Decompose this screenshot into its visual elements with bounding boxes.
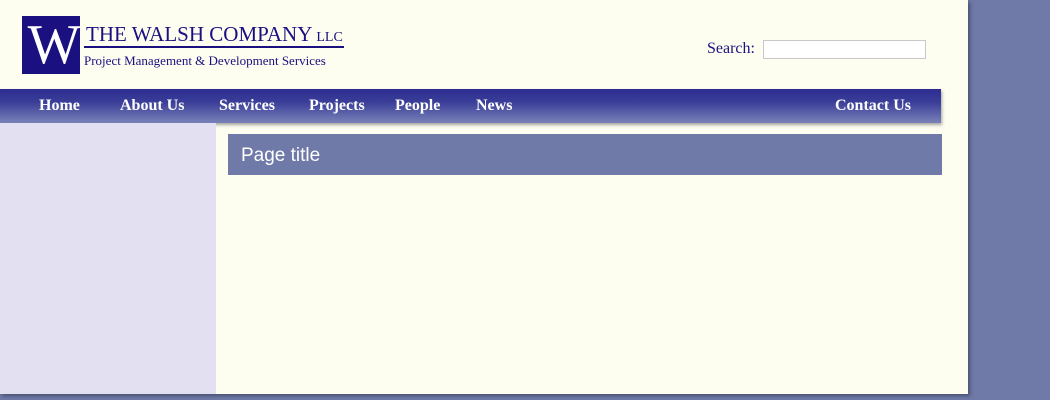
page-title: Page title	[241, 145, 321, 166]
company-suffix: LLC	[316, 30, 343, 45]
nav-item-home[interactable]: Home	[39, 89, 80, 123]
nav-item-services[interactable]: Services	[219, 89, 275, 123]
logo-divider	[84, 46, 344, 48]
page-title-bar: Page title	[228, 134, 942, 175]
nav-item-about-us[interactable]: About Us	[120, 89, 184, 123]
search-label: Search:	[707, 40, 755, 57]
company-tagline: Project Management & Development Service…	[84, 53, 326, 68]
logo-mark[interactable]: W	[22, 16, 80, 74]
search-input[interactable]	[763, 40, 926, 59]
nav-item-projects[interactable]: Projects	[309, 89, 365, 123]
nav-item-news[interactable]: News	[476, 89, 512, 123]
main-navigation: Home About Us Services Projects People N…	[0, 89, 941, 123]
page-container: W THE WALSH COMPANY LLC Project Managemen…	[0, 0, 968, 394]
sidebar	[0, 123, 216, 394]
company-name-text: THE WALSH COMPANY	[86, 22, 313, 46]
nav-item-contact-us[interactable]: Contact Us	[835, 89, 911, 123]
nav-item-people[interactable]: People	[395, 89, 440, 123]
